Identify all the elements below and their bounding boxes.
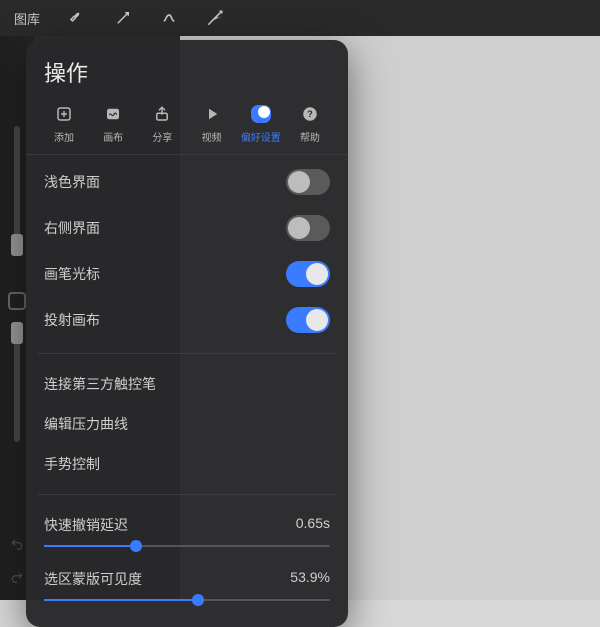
row-label: 画笔光标 (44, 264, 100, 284)
modifier-button[interactable] (8, 292, 26, 310)
toggle-brush-cursor[interactable] (286, 261, 330, 287)
row-edit-pressure-curve[interactable]: 编辑压力曲线 (26, 404, 348, 444)
row-mask-visibility: 选区蒙版可见度 53.9% (26, 559, 348, 613)
row-label: 投射画布 (44, 310, 100, 330)
help-icon: ? (300, 104, 320, 124)
row-label: 编辑压力曲线 (44, 414, 128, 434)
tab-label: 分享 (152, 129, 172, 144)
tab-label: 偏好设置 (241, 129, 281, 144)
row-undo-delay: 快速撤销延迟 0.65s (26, 505, 348, 559)
panel-tabs: 添加 画布 分享 视频 偏好设置 ? (26, 94, 348, 155)
row-label: 右侧界面 (44, 218, 100, 238)
opacity-slider[interactable] (14, 322, 20, 442)
tab-video[interactable]: 视频 (190, 104, 234, 144)
prefs-toggle-icon (251, 104, 271, 124)
tab-canvas[interactable]: 画布 (91, 104, 135, 144)
row-gesture-controls[interactable]: 手势控制 (26, 444, 348, 484)
magic-wand-icon[interactable] (114, 9, 132, 27)
divider (38, 494, 336, 495)
tab-help[interactable]: ? 帮助 (288, 104, 332, 144)
slider-fill (44, 599, 198, 601)
play-icon (202, 104, 222, 124)
add-icon (54, 104, 74, 124)
row-label: 连接第三方触控笔 (44, 374, 156, 394)
brush-size-slider[interactable] (14, 126, 20, 256)
slider-thumb[interactable] (130, 540, 142, 552)
actions-panel: 操作 添加 画布 分享 视频 (26, 40, 348, 627)
row-project-canvas: 投射画布 (26, 297, 348, 343)
s-curve-icon[interactable] (160, 9, 178, 27)
slider-label: 快速撤销延迟 (44, 515, 128, 535)
slider-thumb[interactable] (11, 322, 23, 344)
row-right-ui: 右侧界面 (26, 205, 348, 251)
tab-label: 视频 (202, 129, 222, 144)
wrench-icon[interactable] (68, 9, 86, 27)
row-label: 浅色界面 (44, 172, 100, 192)
slider-value: 0.65s (296, 515, 330, 535)
toggle-light-ui[interactable] (286, 169, 330, 195)
tab-label: 帮助 (300, 129, 320, 144)
row-third-party-stylus[interactable]: 连接第三方触控笔 (26, 364, 348, 404)
toggle-project-canvas[interactable] (286, 307, 330, 333)
svg-text:?: ? (307, 109, 313, 119)
slider-label: 选区蒙版可见度 (44, 569, 142, 589)
undo-icon[interactable] (9, 536, 25, 557)
tab-label: 画布 (103, 129, 123, 144)
top-toolbar: 图库 (0, 0, 600, 36)
toggle-right-ui[interactable] (286, 215, 330, 241)
tab-label: 添加 (54, 129, 74, 144)
tab-add[interactable]: 添加 (42, 104, 86, 144)
row-brush-cursor: 画笔光标 (26, 251, 348, 297)
undo-delay-slider[interactable] (44, 545, 330, 547)
tab-prefs[interactable]: 偏好设置 (239, 104, 283, 144)
arrow-icon[interactable] (206, 9, 224, 27)
slider-thumb[interactable] (192, 594, 204, 606)
share-icon (152, 104, 172, 124)
redo-icon[interactable] (9, 569, 25, 590)
mask-visibility-slider[interactable] (44, 599, 330, 601)
canvas-icon (103, 104, 123, 124)
divider (38, 353, 336, 354)
panel-title: 操作 (26, 40, 348, 94)
row-label: 手势控制 (44, 454, 100, 474)
gallery-button[interactable]: 图库 (14, 9, 40, 28)
row-light-ui: 浅色界面 (26, 159, 348, 205)
slider-thumb[interactable] (11, 234, 23, 256)
slider-value: 53.9% (290, 569, 330, 589)
tab-share[interactable]: 分享 (140, 104, 184, 144)
slider-fill (44, 545, 136, 547)
